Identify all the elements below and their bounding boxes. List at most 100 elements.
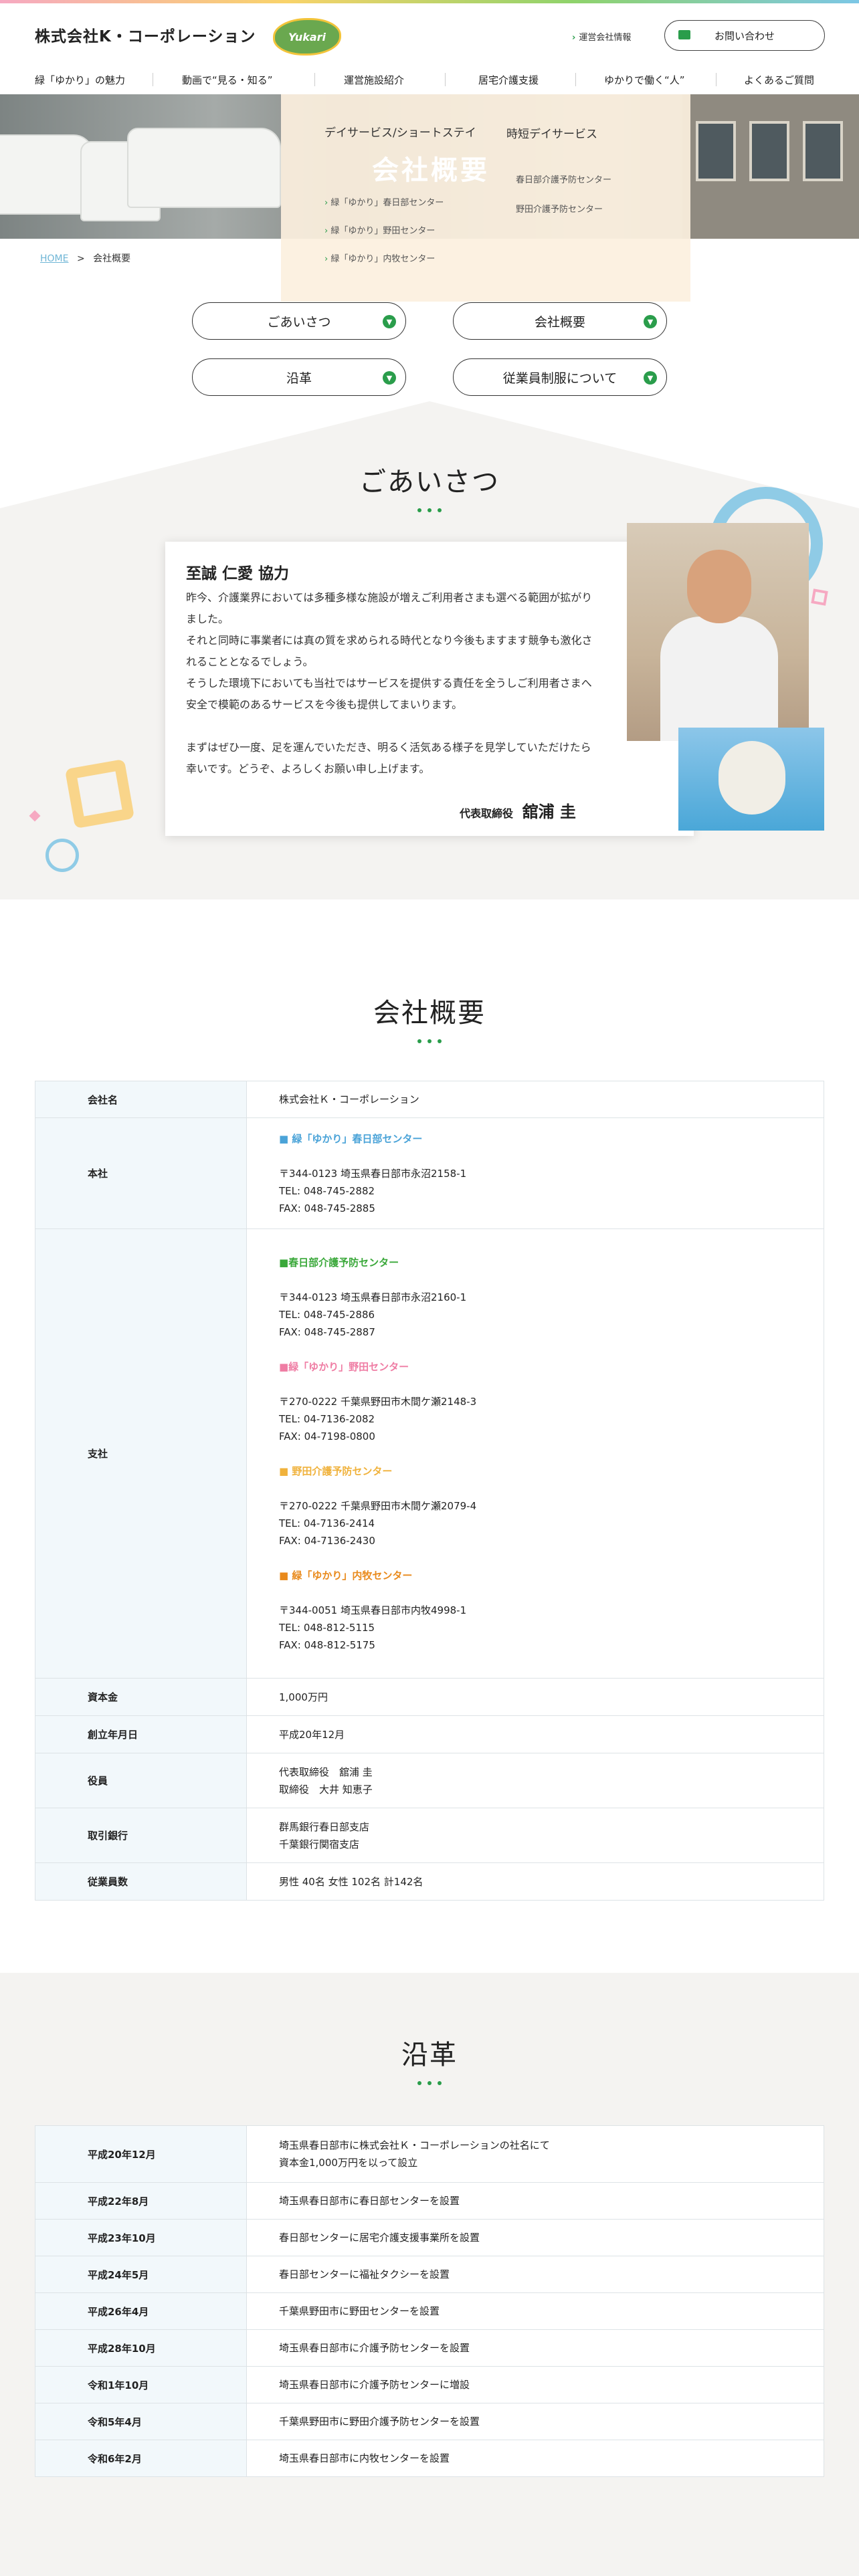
president-photo (627, 523, 809, 741)
history-date: 令和5年4月 (35, 2403, 247, 2440)
table-row: 役員 代表取締役 舘浦 圭 取締役 大井 知恵子 (35, 1753, 824, 1808)
deco-square (811, 588, 828, 606)
anchor-greeting-label: ごあいさつ (267, 314, 331, 330)
greeting-paragraph: そうした環境下においても当社ではサービスを提供する責任を全うしご利用者さまへ安全… (186, 677, 592, 711)
row-header: 資本金 (35, 1679, 247, 1715)
table-row: 会社名 株式会社Ｋ・コーポレーション (35, 1081, 824, 1118)
history-date: 令和6年2月 (35, 2440, 247, 2476)
greeting-paragraph: それと同時に事業者には真の質を求められる時代となり今後もますます競争も激化される… (186, 634, 593, 668)
table-row: 平成26年4月 千葉県野田市に野田センターを設置 (35, 2293, 824, 2330)
signature-title: 代表取締役 (460, 807, 514, 820)
chevron-down-icon: ▼ (383, 371, 396, 385)
office-label: ■ 緑「ゆかり」春日部センター (279, 1132, 423, 1145)
anchor-company-button[interactable]: 会社概要 ▼ (453, 302, 667, 340)
title-dots (417, 508, 442, 514)
global-nav: 緑「ゆかり」の魅力 動画で“見る・知る” 運営施設紹介 居宅介護支援 ゆかりで働… (0, 65, 859, 94)
table-row: 本社 ■ 緑「ゆかり」春日部センター 〒344-0123 埼玉県春日部市永沼21… (35, 1118, 824, 1229)
title-dots (417, 2081, 442, 2086)
row-value: 平成20年12月 (279, 1728, 345, 1741)
deco-square (64, 758, 135, 829)
chevron-down-icon: ▼ (644, 315, 657, 328)
logo-text: Yukari (288, 30, 326, 43)
row-value: ■ 緑「ゆかり」春日部センター 〒344-0123 埼玉県春日部市永沼2158-… (247, 1118, 824, 1228)
breadcrumb-separator: > (76, 253, 85, 264)
row-value: 代表取締役 舘浦 圭 取締役 大井 知恵子 (279, 1765, 373, 1796)
history-text: 埼玉県春日部市に内牧センターを設置 (279, 2452, 450, 2464)
table-row: 創立年月日 平成20年12月 (35, 1716, 824, 1753)
signature: 代表取締役 舘浦 圭 (460, 798, 576, 822)
anchor-company-label: 会社概要 (534, 314, 585, 330)
history-date: 平成22年8月 (35, 2183, 247, 2219)
row-header: 支社 (35, 1229, 247, 1678)
nav-item-video[interactable]: 動画で“見る・知る” (182, 65, 273, 94)
table-row: 令和5年4月 千葉県野田市に野田介護予防センターを設置 (35, 2403, 824, 2440)
row-value: 株式会社Ｋ・コーポレーション (279, 1093, 419, 1105)
signature-name: 舘浦 圭 (522, 802, 576, 821)
history-text: 春日部センターに居宅介護支援事業所を設置 (279, 2232, 480, 2244)
anchor-uniform-button[interactable]: 従業員制服について ▼ (453, 358, 667, 396)
breadcrumb: HOME > 会社概要 (40, 251, 130, 265)
greeting-heading: 至誠 仁愛 協力 (186, 565, 290, 582)
table-row: 取引銀行 群馬銀行春日部支店 千葉銀行関宿支店 (35, 1808, 824, 1863)
anchor-greeting-button[interactable]: ごあいさつ ▼ (192, 302, 406, 340)
history-text: 埼玉県春日部市に介護予防センターに増設 (279, 2379, 470, 2391)
history-text: 埼玉県春日部市に株式会社Ｋ・コーポレーションの社名にて 資本金1,000万円を以… (279, 2139, 550, 2169)
history-text: 春日部センターに福祉タクシーを設置 (279, 2268, 450, 2280)
van-image (0, 134, 94, 215)
company-logo-text[interactable]: 株式会社K・コーポレーション (35, 23, 256, 46)
greeting-paragraph: 昨今、介護業界においては多種多様な施設が増えご利用者さまも選べる範囲が拡がりまし… (186, 591, 593, 625)
chevron-down-icon: ▼ (383, 315, 396, 328)
table-row: 平成23年10月 春日部センターに居宅介護支援事業所を設置 (35, 2220, 824, 2256)
contact-button-label: お問い合わせ (714, 29, 775, 42)
nav-item-facilities[interactable]: 運営施設紹介 (344, 65, 404, 94)
table-row: 平成22年8月 埼玉県春日部市に春日部センターを設置 (35, 2183, 824, 2220)
menu-item-uchimaki[interactable]: 緑「ゆかり」内牧センター (324, 251, 435, 264)
nav-item-appeal[interactable]: 緑「ゆかり」の魅力 (35, 65, 125, 94)
nav-divider (314, 73, 315, 86)
van-image (127, 128, 281, 208)
history-date: 平成20年12月 (35, 2126, 247, 2182)
row-header: 会社名 (35, 1081, 247, 1117)
anchor-uniform-label: 従業員制服について (502, 370, 617, 386)
nav-item-people[interactable]: ゆかりで働く“人” (604, 65, 685, 94)
greeting-card: 至誠 仁愛 協力 昨今、介護業界においては多種多様な施設が増えご利用者さまも選べ… (165, 542, 694, 836)
menu-item-noda[interactable]: 緑「ゆかり」野田センター (324, 223, 435, 236)
office-label: ■緑「ゆかり」野田センター (279, 1360, 409, 1373)
nav-item-faq[interactable]: よくあるご質問 (744, 65, 814, 94)
nav-item-care-support[interactable]: 居宅介護支援 (478, 65, 539, 94)
page-title: 会社概要 (372, 155, 490, 186)
menu-item-kasukabe-prevention[interactable]: 春日部介護予防センター (516, 173, 611, 185)
breadcrumb-current: 会社概要 (93, 253, 131, 264)
table-row: 令和6年2月 埼玉県春日部市に内牧センターを設置 (35, 2440, 824, 2477)
operator-link[interactable]: 運営会社情報 (572, 30, 631, 43)
deco-circle (45, 839, 79, 872)
history-text: 埼玉県春日部市に春日部センターを設置 (279, 2195, 460, 2207)
chevron-down-icon: ▼ (644, 371, 657, 385)
table-row: 平成28年10月 埼玉県春日部市に介護予防センターを設置 (35, 2330, 824, 2367)
row-value: 群馬銀行春日部支店 千葉銀行関宿支店 (279, 1820, 370, 1850)
office-label: ■ 野田介護予防センター (279, 1465, 393, 1477)
row-header: 従業員数 (35, 1863, 247, 1900)
greeting-title: ごあいさつ (359, 467, 500, 498)
table-row: 平成24年5月 春日部センターに福祉タクシーを設置 (35, 2256, 824, 2293)
nav-divider (716, 73, 717, 86)
title-dots (417, 1039, 442, 1045)
row-header: 創立年月日 (35, 1716, 247, 1753)
menu-short-day-service[interactable]: 時短デイサービス (506, 124, 597, 141)
office-label: ■ 緑「ゆかり」内牧センター (279, 1569, 413, 1582)
yukari-logo[interactable]: Yukari (273, 18, 341, 56)
anchor-history-button[interactable]: 沿革 ▼ (192, 358, 406, 396)
office-label: ■春日部介護予防センター (279, 1256, 399, 1269)
menu-item-kasukabe[interactable]: 緑「ゆかり」春日部センター (324, 195, 444, 208)
menu-item-noda-prevention[interactable]: 野田介護予防センター (516, 202, 603, 215)
contact-button[interactable]: お問い合わせ (664, 20, 825, 51)
menu-day-service[interactable]: デイサービス/ショートステイ (324, 124, 485, 142)
history-date: 令和1年10月 (35, 2367, 247, 2403)
row-header: 取引銀行 (35, 1808, 247, 1862)
row-value: ■春日部介護予防センター 〒344-0123 埼玉県春日部市永沼2160-1 T… (247, 1229, 824, 1678)
breadcrumb-home[interactable]: HOME (40, 253, 68, 264)
history-text: 埼玉県春日部市に介護予防センターを設置 (279, 2342, 470, 2354)
table-row: 平成20年12月 埼玉県春日部市に株式会社Ｋ・コーポレーションの社名にて 資本金… (35, 2125, 824, 2183)
table-row: 資本金 1,000万円 (35, 1679, 824, 1716)
history-date: 平成23年10月 (35, 2220, 247, 2256)
